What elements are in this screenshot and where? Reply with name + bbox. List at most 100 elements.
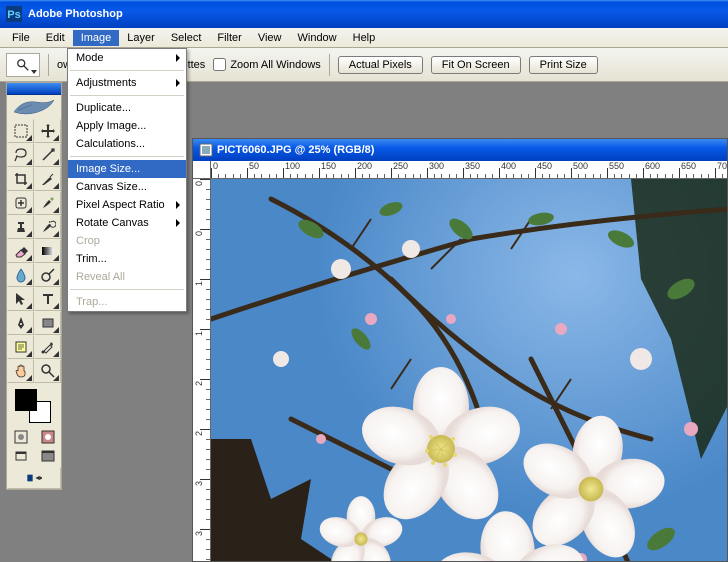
menu-item-trap: Trap... <box>68 293 186 311</box>
fullscreen-menu-button[interactable] <box>34 447 61 467</box>
menu-help[interactable]: Help <box>345 30 384 46</box>
menu-view[interactable]: View <box>250 30 290 46</box>
path-selection-tool[interactable] <box>7 287 34 311</box>
document-titlebar[interactable]: PICT6060.JPG @ 25% (RGB/8) <box>193 139 727 161</box>
menu-separator <box>70 95 184 96</box>
menu-select[interactable]: Select <box>163 30 210 46</box>
history-brush-tool[interactable] <box>34 215 61 239</box>
tool-preset-picker[interactable] <box>6 53 40 77</box>
menu-image[interactable]: Image <box>73 30 120 46</box>
healing-brush-tool[interactable] <box>7 191 34 215</box>
menu-item-rotate-canvas[interactable]: Rotate Canvas <box>68 214 186 232</box>
notes-tool[interactable] <box>7 335 34 359</box>
menu-item-image-size[interactable]: Image Size... <box>68 160 186 178</box>
svg-text:Ps: Ps <box>7 9 20 21</box>
submenu-arrow-icon <box>176 79 180 87</box>
foreground-color-swatch[interactable] <box>15 389 37 411</box>
menu-layer[interactable]: Layer <box>119 30 163 46</box>
actual-pixels-button[interactable]: Actual Pixels <box>338 56 423 74</box>
menu-item-adjustments[interactable]: Adjustments <box>68 74 186 92</box>
zoom-all-checkbox[interactable]: Zoom All Windows <box>213 58 320 71</box>
document-title-text: PICT6060.JPG @ 25% (RGB/8) <box>217 144 374 156</box>
document-window: PICT6060.JPG @ 25% (RGB/8) 0501001502002… <box>192 138 728 562</box>
menu-file[interactable]: File <box>4 30 38 46</box>
lasso-tool[interactable] <box>7 143 34 167</box>
menu-separator <box>70 70 184 71</box>
submenu-arrow-icon <box>176 54 180 62</box>
submenu-indicator-icon <box>26 231 32 237</box>
eraser-tool[interactable] <box>7 239 34 263</box>
blur-tool[interactable] <box>7 263 34 287</box>
submenu-indicator-icon <box>26 255 32 261</box>
menu-item-apply-image[interactable]: Apply Image... <box>68 117 186 135</box>
submenu-indicator-icon <box>53 231 59 237</box>
horizontal-ruler[interactable]: 0501001502002503003504004505005506006507… <box>211 161 727 179</box>
rectangular-marquee-tool[interactable] <box>7 119 34 143</box>
menu-edit[interactable]: Edit <box>38 30 73 46</box>
eyedropper-tool[interactable] <box>34 335 61 359</box>
menu-item-duplicate[interactable]: Duplicate... <box>68 99 186 117</box>
submenu-indicator-icon <box>26 135 32 141</box>
rectangle-tool[interactable] <box>34 311 61 335</box>
photoshop-feather-icon <box>7 95 61 119</box>
separator <box>329 54 330 76</box>
type-tool[interactable] <box>34 287 61 311</box>
fit-on-screen-button[interactable]: Fit On Screen <box>431 56 521 74</box>
submenu-indicator-icon <box>53 255 59 261</box>
dodge-tool[interactable] <box>34 263 61 287</box>
vertical-ruler[interactable]: 001122334 <box>193 179 211 561</box>
app-icon: Ps <box>6 6 22 22</box>
submenu-indicator-icon <box>26 207 32 213</box>
submenu-indicator-icon <box>26 327 32 333</box>
submenu-indicator-icon <box>53 135 59 141</box>
submenu-indicator-icon <box>26 279 32 285</box>
menu-item-calculations[interactable]: Calculations... <box>68 135 186 153</box>
menu-filter[interactable]: Filter <box>209 30 249 46</box>
menu-separator <box>70 289 184 290</box>
menu-separator <box>70 156 184 157</box>
hand-tool[interactable] <box>7 359 34 383</box>
slice-tool[interactable] <box>34 167 61 191</box>
menu-item-pixel-aspect-ratio[interactable]: Pixel Aspect Ratio <box>68 196 186 214</box>
color-swatches[interactable] <box>7 383 61 427</box>
menu-item-trim[interactable]: Trim... <box>68 250 186 268</box>
clone-stamp-tool[interactable] <box>7 215 34 239</box>
submenu-indicator-icon <box>53 351 59 357</box>
submenu-indicator-icon <box>53 375 59 381</box>
menu-window[interactable]: Window <box>290 30 345 46</box>
crop-tool[interactable] <box>7 167 34 191</box>
pen-tool[interactable] <box>7 311 34 335</box>
move-tool[interactable] <box>34 119 61 143</box>
menu-item-crop: Crop <box>68 232 186 250</box>
standard-mode-button[interactable] <box>7 427 34 447</box>
submenu-arrow-icon <box>176 219 180 227</box>
image-menu-dropdown: Mode Adjustments Duplicate...Apply Image..… <box>67 48 187 312</box>
submenu-indicator-icon <box>53 327 59 333</box>
menu-item-canvas-size[interactable]: Canvas Size... <box>68 178 186 196</box>
print-size-button[interactable]: Print Size <box>529 56 598 74</box>
submenu-indicator-icon <box>53 183 59 189</box>
ruler-origin[interactable] <box>193 161 211 179</box>
standard-screen-button[interactable] <box>7 447 34 467</box>
app-title: Adobe Photoshop <box>28 8 123 20</box>
quickmask-mode-button[interactable] <box>34 427 61 447</box>
gradient-tool[interactable] <box>34 239 61 263</box>
brush-tool[interactable] <box>34 191 61 215</box>
submenu-indicator-icon <box>53 279 59 285</box>
magic-wand-tool[interactable] <box>34 143 61 167</box>
submenu-indicator-icon <box>26 183 32 189</box>
toolbox-titlebar[interactable] <box>7 83 61 95</box>
submenu-indicator-icon <box>26 159 32 165</box>
document-icon <box>199 143 213 157</box>
submenu-indicator-icon <box>53 303 59 309</box>
submenu-indicator-icon <box>53 207 59 213</box>
zoom-tool[interactable] <box>34 359 61 383</box>
submenu-arrow-icon <box>176 201 180 209</box>
canvas[interactable] <box>211 179 727 561</box>
imageready-button[interactable] <box>7 467 61 489</box>
titlebar: Ps Adobe Photoshop <box>0 0 728 28</box>
menu-item-mode[interactable]: Mode <box>68 49 186 67</box>
submenu-indicator-icon <box>53 159 59 165</box>
toolbox <box>6 82 62 490</box>
menu-item-reveal-all: Reveal All <box>68 268 186 286</box>
